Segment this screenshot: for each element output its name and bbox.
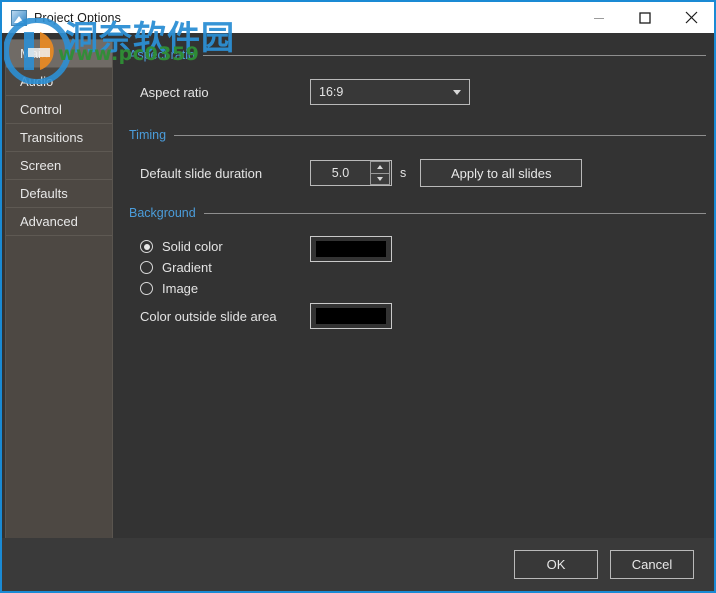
- radio-icon-selected: [140, 240, 153, 253]
- sidebar-item-screen[interactable]: Screen: [6, 152, 112, 180]
- group-divider: [174, 134, 706, 136]
- maximize-icon: [639, 11, 651, 24]
- minimize-icon: [594, 17, 604, 19]
- outside-color-swatch[interactable]: [310, 303, 392, 329]
- radio-image[interactable]: Image: [140, 278, 223, 299]
- settings-panel: Aspect ratio Aspect ratio 16:9 Timing De…: [113, 33, 714, 538]
- aspect-ratio-group: Aspect ratio: [129, 48, 706, 62]
- background-type-radios: Solid color Gradient Image: [140, 236, 223, 299]
- color-preview: [316, 241, 386, 257]
- slide-duration-label: Default slide duration: [140, 165, 263, 181]
- window-controls: [576, 2, 714, 33]
- dialog-body: Main Audio Control Transitions Screen De…: [2, 33, 714, 591]
- radio-image-label: Image: [162, 281, 199, 296]
- window-title: Project Options: [34, 10, 121, 25]
- aspect-ratio-row: Aspect ratio 16:9: [140, 79, 470, 105]
- sidebar-item-defaults[interactable]: Defaults: [6, 180, 112, 208]
- slide-duration-stepper[interactable]: 5.0: [310, 160, 392, 186]
- cancel-button[interactable]: Cancel: [610, 550, 694, 579]
- aspect-ratio-label: Aspect ratio: [140, 84, 209, 100]
- close-icon: [685, 11, 697, 24]
- aspect-ratio-group-title: Aspect ratio: [129, 48, 196, 62]
- sidebar-item-advanced[interactable]: Advanced: [6, 208, 112, 236]
- stepper-decrement-button[interactable]: [370, 172, 390, 185]
- radio-solid-color[interactable]: Solid color: [140, 236, 223, 257]
- color-preview: [316, 308, 386, 324]
- ok-button[interactable]: OK: [514, 550, 598, 579]
- sidebar-item-control[interactable]: Control: [6, 96, 112, 124]
- caret-up-icon: [377, 165, 383, 170]
- project-options-dialog: Project Options Main Audio Control Trans…: [0, 0, 716, 593]
- slide-duration-value: 5.0: [331, 166, 350, 180]
- title-bar[interactable]: Project Options: [2, 2, 714, 33]
- timing-group: Timing: [129, 128, 706, 142]
- background-group: Background: [129, 206, 706, 220]
- timing-group-title: Timing: [129, 128, 167, 142]
- aspect-ratio-select[interactable]: 16:9: [310, 79, 470, 105]
- outside-color-row: Color outside slide area: [140, 303, 392, 329]
- radio-icon: [140, 261, 153, 274]
- chevron-down-icon: [453, 89, 461, 95]
- sidebar-nav: Main Audio Control Transitions Screen De…: [5, 39, 113, 540]
- sidebar-item-main[interactable]: Main: [6, 40, 112, 68]
- radio-icon: [140, 282, 153, 295]
- sidebar-item-audio[interactable]: Audio: [6, 68, 112, 96]
- background-header: Background: [129, 206, 706, 220]
- stepper-buttons: [370, 161, 390, 185]
- timing-row: Default slide duration 5.0 s Apply to al…: [140, 159, 583, 187]
- app-icon: [11, 9, 27, 26]
- group-divider: [203, 212, 706, 214]
- aspect-ratio-header: Aspect ratio: [129, 48, 706, 62]
- close-button[interactable]: [668, 2, 714, 33]
- group-divider: [203, 54, 706, 56]
- radio-gradient[interactable]: Gradient: [140, 257, 223, 278]
- minimize-button[interactable]: [576, 2, 622, 33]
- aspect-ratio-value: 16:9: [319, 85, 344, 99]
- caret-down-icon: [377, 176, 383, 181]
- radio-gradient-label: Gradient: [162, 260, 212, 275]
- duration-unit-label: s: [400, 166, 407, 180]
- dialog-footer: OK Cancel: [2, 538, 714, 591]
- stepper-increment-button[interactable]: [370, 161, 390, 173]
- apply-to-all-slides-button[interactable]: Apply to all slides: [420, 159, 583, 187]
- color-outside-slide-area-label: Color outside slide area: [140, 308, 277, 324]
- maximize-button[interactable]: [622, 2, 668, 33]
- sidebar-item-transitions[interactable]: Transitions: [6, 124, 112, 152]
- footer-buttons: OK Cancel: [514, 550, 694, 579]
- background-color-swatch[interactable]: [310, 236, 392, 262]
- background-group-title: Background: [129, 206, 196, 220]
- radio-solid-color-label: Solid color: [162, 239, 223, 254]
- timing-header: Timing: [129, 128, 706, 142]
